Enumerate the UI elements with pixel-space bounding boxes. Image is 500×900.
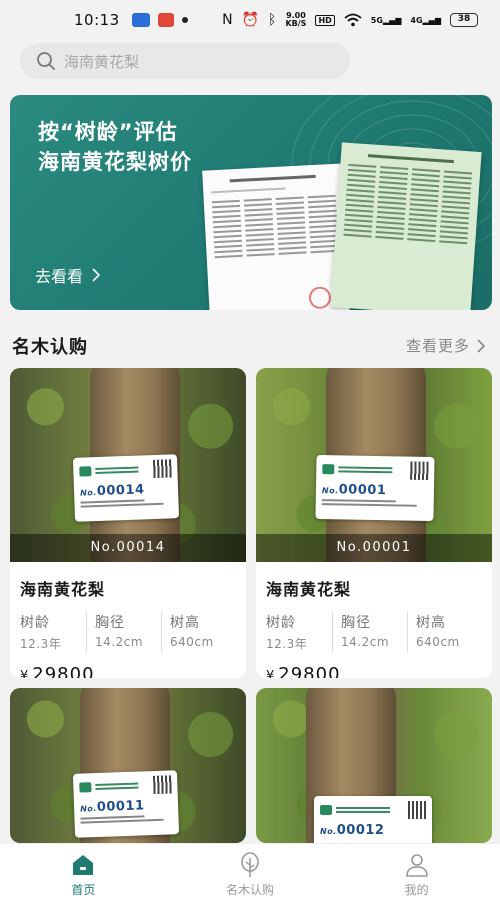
spec-label-diameter: 胸径 bbox=[341, 615, 371, 631]
banner-title: 按“树龄”评估 海南黄花梨树价 bbox=[38, 117, 192, 177]
alarm-icon: ⏰ bbox=[241, 12, 260, 28]
qr-code-icon bbox=[153, 459, 172, 479]
wifi-icon bbox=[344, 13, 362, 27]
spec-label-diameter: 胸径 bbox=[95, 615, 125, 631]
product-image: No.00001 No.00001 bbox=[256, 368, 492, 562]
spec-label-height: 树高 bbox=[170, 615, 200, 631]
product-image: No.00014 No.00014 bbox=[10, 368, 246, 562]
banner-cta-label: 去看看 bbox=[35, 267, 84, 286]
spec-value-height: 640cm bbox=[416, 635, 460, 649]
product-specs: 树龄 12.3年 胸径 14.2cm 树高 640cm bbox=[266, 612, 482, 652]
qr-code-icon bbox=[410, 461, 429, 480]
tree-tag: No.00014 bbox=[72, 454, 180, 522]
spec-label-age: 树龄 bbox=[266, 615, 296, 631]
tag-number: 00012 bbox=[336, 823, 385, 838]
network-speed-unit: KB/S bbox=[285, 19, 307, 28]
status-right: N ⏰ ᛒ 9.00 KB/S HD 5G▂▄▆ 4G▂▄▆ 38 bbox=[222, 12, 478, 28]
price-value: 29800 bbox=[32, 664, 95, 678]
product-number: No.00014 bbox=[10, 534, 246, 562]
product-card[interactable]: No.00014 No.00014 海南黄花梨 树龄 12.3年 胸径 14.2… bbox=[10, 368, 246, 678]
signal-4g-label: 4G bbox=[410, 15, 423, 25]
signal-5g-icon: 5G▂▄▆ bbox=[370, 15, 402, 25]
signal-4g-icon: 4G▂▄▆ bbox=[410, 15, 441, 25]
more-notifications-icon bbox=[181, 17, 188, 23]
product-name: 海南黄花梨 bbox=[266, 580, 352, 599]
section-title: 名木认购 bbox=[12, 337, 88, 358]
search-input[interactable]: 海南黄花梨 bbox=[20, 43, 350, 79]
nav-item-home[interactable]: 首页 bbox=[0, 844, 167, 900]
currency-symbol: ¥ bbox=[266, 669, 276, 678]
product-card[interactable]: No.00012 bbox=[256, 688, 492, 843]
nav-item-profile[interactable]: 我的 bbox=[333, 844, 500, 900]
currency-symbol: ¥ bbox=[20, 669, 30, 678]
tag-number: 00011 bbox=[96, 798, 145, 816]
spec-label-age: 树龄 bbox=[20, 615, 50, 631]
network-speed: 9.00 KB/S bbox=[285, 12, 306, 28]
product-price: ¥29800 bbox=[20, 664, 236, 678]
product-specs: 树龄 12.3年 胸径 14.2cm 树高 640cm bbox=[20, 612, 236, 652]
qr-code-icon bbox=[408, 801, 426, 819]
app-notification-icon bbox=[131, 13, 150, 27]
price-value: 29800 bbox=[278, 664, 341, 678]
qr-code-icon bbox=[153, 775, 172, 795]
bluetooth-icon: ᛒ bbox=[268, 12, 277, 28]
spec-value-diameter: 14.2cm bbox=[95, 635, 144, 649]
battery-icon: 38 bbox=[450, 13, 478, 27]
promo-banner[interactable]: 按“树龄”评估 海南黄花梨树价 去看看 bbox=[10, 95, 492, 310]
banner-title-line1: 按“树龄”评估 bbox=[38, 120, 178, 144]
status-time: 10:13 bbox=[74, 11, 120, 29]
search-icon bbox=[37, 52, 55, 70]
product-card[interactable]: No.00011 bbox=[10, 688, 246, 843]
app-notification-icon bbox=[157, 13, 174, 27]
tag-number: 00014 bbox=[96, 482, 145, 500]
status-bar: 10:13 N ⏰ ᛒ 9.00 KB/S HD 5G▂▄▆ 4G▂▄▆ 38 bbox=[0, 0, 500, 40]
valuation-document-image bbox=[202, 163, 350, 310]
product-image: No.00011 bbox=[10, 688, 246, 843]
nfc-icon: N bbox=[222, 12, 233, 28]
banner-title-line2: 海南黄花梨树价 bbox=[38, 150, 192, 174]
product-price: ¥29800 bbox=[266, 664, 482, 678]
spec-value-height: 640cm bbox=[170, 635, 214, 649]
hd-voice-icon: HD bbox=[315, 14, 335, 26]
product-name: 海南黄花梨 bbox=[20, 580, 106, 599]
tree-tag: No.00001 bbox=[315, 454, 435, 522]
product-image: No.00012 bbox=[256, 688, 492, 843]
tag-number: 00001 bbox=[338, 482, 387, 499]
nav-label-home: 首页 bbox=[71, 883, 96, 897]
search-placeholder: 海南黄花梨 bbox=[64, 52, 140, 71]
chevron-right-icon bbox=[477, 338, 486, 353]
view-more-link[interactable]: 查看更多 bbox=[406, 335, 486, 356]
home-icon bbox=[73, 855, 94, 875]
tree-tag: No.00012 bbox=[314, 796, 432, 843]
spec-label-height: 树高 bbox=[416, 615, 446, 631]
stamp-icon bbox=[308, 286, 332, 310]
tree-tag: No.00011 bbox=[72, 770, 180, 838]
product-card[interactable]: No.00001 No.00001 海南黄花梨 树龄 12.3年 胸径 14.2… bbox=[256, 368, 492, 678]
spec-value-diameter: 14.2cm bbox=[341, 635, 390, 649]
nav-label-profile: 我的 bbox=[404, 883, 429, 897]
nav-item-tree-subscription[interactable]: 名木认购 bbox=[167, 844, 334, 900]
price-table-document-image bbox=[330, 142, 482, 310]
tree-icon bbox=[241, 852, 259, 877]
nav-label-tree-subscription: 名木认购 bbox=[226, 883, 275, 897]
view-more-label: 查看更多 bbox=[405, 337, 470, 355]
spec-value-age: 12.3年 bbox=[20, 637, 62, 651]
signal-5g-label: 5G bbox=[370, 15, 383, 25]
user-icon bbox=[405, 854, 428, 877]
status-app-icons bbox=[131, 13, 188, 27]
bottom-nav: 首页 名木认购 我的 bbox=[0, 843, 500, 900]
chevron-right-icon bbox=[92, 268, 101, 282]
spec-value-age: 12.3年 bbox=[266, 637, 308, 651]
banner-cta-button[interactable]: 去看看 bbox=[35, 263, 101, 287]
product-number: No.00001 bbox=[256, 534, 492, 562]
